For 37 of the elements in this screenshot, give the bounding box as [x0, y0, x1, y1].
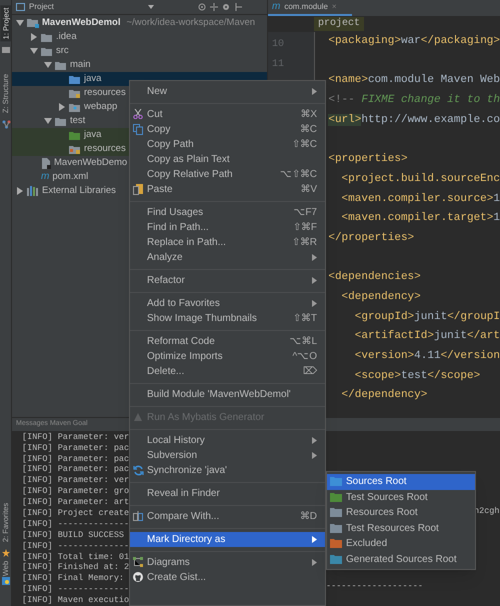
code-line: <url>http://www.example.co: [328, 114, 500, 126]
console-line: [INFO] Total time: 01: [22, 552, 130, 562]
code-line: <packaging>war</packaging>: [328, 35, 500, 47]
maven-icon: m: [41, 172, 50, 182]
console-line: [INFO] Finished at: 2: [22, 562, 130, 574]
console-line: [INFO] --------------: [22, 518, 130, 530]
console-line: [INFO] Parameter: gro: [22, 486, 130, 498]
console-line: [INFO] Parameter: pac: [22, 464, 130, 476]
panel-title: Project: [29, 1, 55, 13]
code-line: <project.build.sourceEnc: [340, 172, 500, 185]
code-line: <dependency>: [340, 290, 421, 303]
code-line: <dependencies>: [328, 271, 421, 284]
code-line: <name>com.module Maven Web: [328, 74, 500, 86]
code-line: <properties>: [328, 153, 408, 166]
console-line: [INFO] Parameter: ver: [22, 432, 130, 443]
console-line: [INFO] BUILD SUCCESS: [22, 530, 124, 541]
console-line: [INFO] Maven executio: [22, 595, 130, 606]
code-line: <groupId>junit</groupI: [354, 310, 500, 323]
code-line: <scope>test</scope>: [354, 370, 480, 382]
console-line: [INFO] --------------: [22, 540, 130, 552]
console-text: -------------------: [326, 580, 423, 592]
console-line: [INFO] Parameter: ver: [22, 475, 130, 486]
console-line: [INFO] Parameter: pac: [22, 454, 130, 464]
console-line: [INFO] Project create: [22, 508, 130, 519]
console-line: [INFO] Parameter: pac: [22, 442, 130, 454]
code-line: <maven.compiler.source>1: [340, 192, 500, 204]
code-line: <version>4.11</version: [354, 350, 500, 362]
code-line: </dependency>: [340, 389, 428, 402]
code-comment: <!-- FIXME change it to th: [328, 94, 500, 106]
code-line: <maven.compiler.target>1: [340, 212, 500, 224]
maven-icon: m: [272, 2, 280, 12]
console-line: [INFO] Parameter: art: [22, 497, 130, 508]
console-line: [INFO] --------------: [22, 584, 130, 596]
tab-label: com.module: [284, 1, 328, 13]
code-line: </properties>: [328, 232, 414, 244]
console-line: [INFO] Final Memory:: [22, 573, 124, 584]
code-line: <artifactId>junit</art: [354, 330, 500, 342]
